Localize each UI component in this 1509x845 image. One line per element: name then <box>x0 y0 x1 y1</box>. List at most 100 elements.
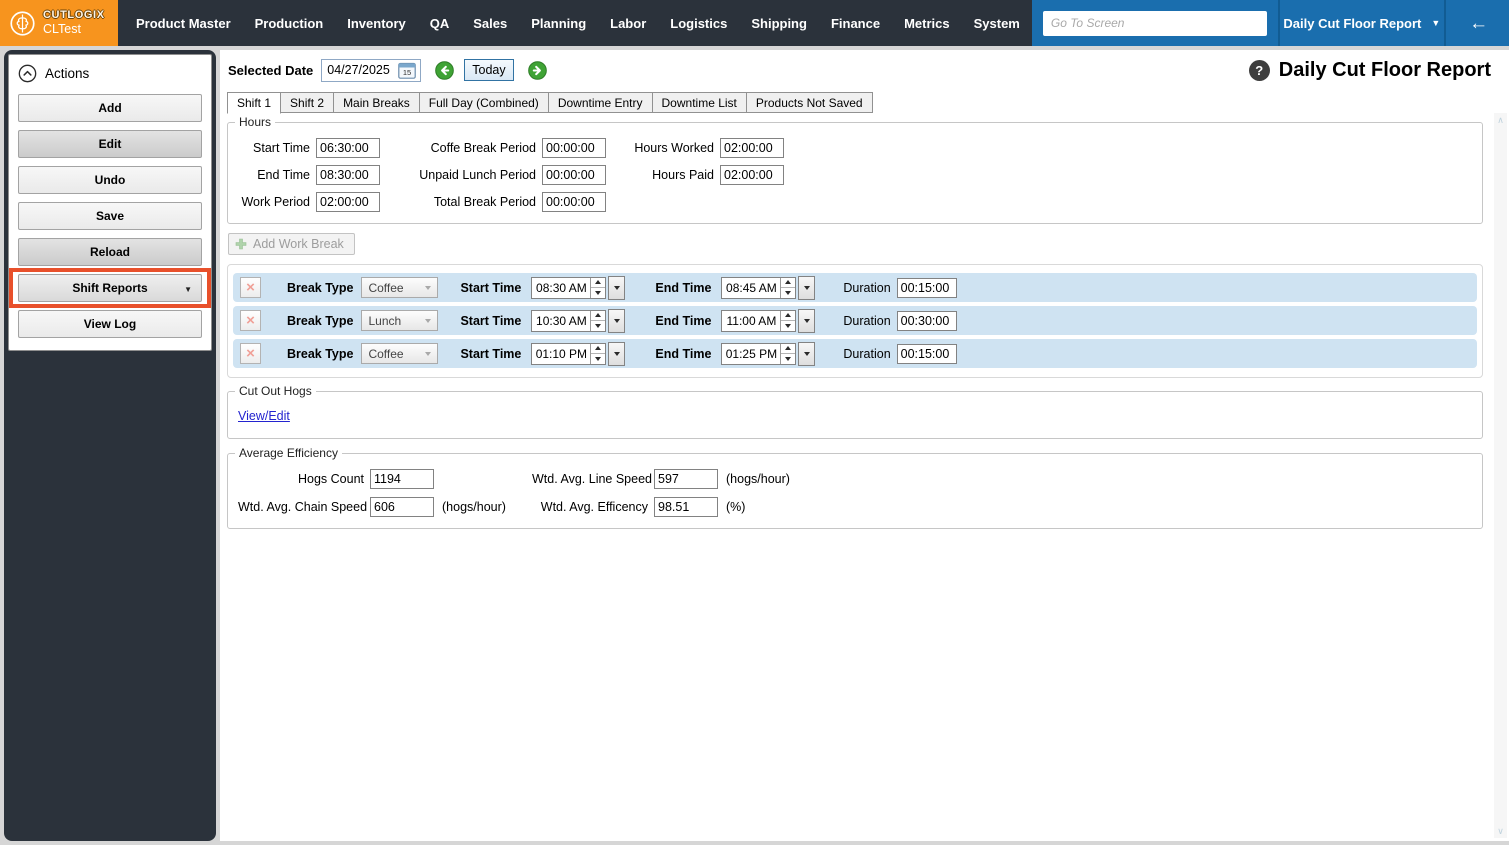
brand-name: CUTLOGIX <box>43 9 105 22</box>
spin-up-icon[interactable] <box>781 344 795 355</box>
end-time-field[interactable] <box>316 165 380 185</box>
duration-field[interactable] <box>897 344 957 364</box>
time-dropdown-button[interactable] <box>798 276 815 300</box>
start-time-value: 08:30 AM <box>532 278 590 298</box>
menu-item-shipping[interactable]: Shipping <box>739 16 819 31</box>
end-time-value-box[interactable]: 11:00 AM <box>721 310 796 332</box>
break-type-select[interactable]: Lunch <box>361 310 438 331</box>
time-dropdown-button[interactable] <box>608 309 625 333</box>
menu-item-logistics[interactable]: Logistics <box>658 16 739 31</box>
menu-item-system[interactable]: System <box>962 16 1032 31</box>
duration-field[interactable] <box>897 278 957 298</box>
menu-item-metrics[interactable]: Metrics <box>892 16 962 31</box>
delete-break-button[interactable]: × <box>240 343 261 364</box>
spin-down-icon[interactable] <box>591 354 605 364</box>
spin-down-icon[interactable] <box>591 321 605 331</box>
spin-down-icon[interactable] <box>781 354 795 364</box>
next-day-icon[interactable] <box>528 61 547 80</box>
spin-down-icon[interactable] <box>591 288 605 298</box>
app-logo: CUTLOGIX CLTest <box>0 0 118 46</box>
help-icon[interactable]: ? <box>1249 60 1270 81</box>
brain-logo-icon <box>9 10 36 37</box>
tab-shift-1[interactable]: Shift 1 <box>227 92 281 114</box>
spin-down-icon[interactable] <box>781 321 795 331</box>
unpaid-lunch-period-field[interactable] <box>542 165 606 185</box>
time-dropdown-button[interactable] <box>798 309 815 333</box>
start-time-field[interactable] <box>316 138 380 158</box>
tab-products-not-saved[interactable]: Products Not Saved <box>747 92 873 113</box>
line-speed-field[interactable] <box>654 469 718 489</box>
menu-item-finance[interactable]: Finance <box>819 16 892 31</box>
undo-button[interactable]: Undo <box>18 166 202 194</box>
end-time-value-box[interactable]: 01:25 PM <box>721 343 796 365</box>
coffee-break-period-label: Coffe Break Period <box>386 141 536 155</box>
add-work-break-button[interactable]: Add Work Break <box>228 233 355 255</box>
tab-main-breaks[interactable]: Main Breaks <box>334 92 420 113</box>
today-button[interactable]: Today <box>464 59 513 81</box>
tab-shift-2[interactable]: Shift 2 <box>281 92 334 113</box>
chain-speed-field[interactable] <box>370 497 434 517</box>
shift-reports-button[interactable]: Shift Reports ▼ <box>18 274 202 302</box>
start-time-value-box[interactable]: 08:30 AM <box>531 277 606 299</box>
menu-item-production[interactable]: Production <box>243 16 336 31</box>
edit-button[interactable]: Edit <box>18 130 202 158</box>
total-break-period-label: Total Break Period <box>386 195 536 209</box>
tab-bar: Shift 1 Shift 2 Main Breaks Full Day (Co… <box>220 92 1509 113</box>
hogs-count-field[interactable] <box>370 469 434 489</box>
start-time-value-box[interactable]: 01:10 PM <box>531 343 606 365</box>
calendar-icon[interactable]: 15 <box>398 62 416 79</box>
back-icon[interactable]: ← <box>1469 14 1488 33</box>
view-edit-link[interactable]: View/Edit <box>238 409 290 423</box>
spin-up-icon[interactable] <box>591 311 605 322</box>
date-input[interactable] <box>324 63 396 77</box>
hours-worked-field[interactable] <box>720 138 784 158</box>
spin-down-icon[interactable] <box>781 288 795 298</box>
efficiency-field[interactable] <box>654 497 718 517</box>
break-type-label: Break Type <box>287 314 353 328</box>
add-button[interactable]: Add <box>18 94 202 122</box>
save-button[interactable]: Save <box>18 202 202 230</box>
break-type-select[interactable]: Coffee <box>361 277 438 298</box>
hours-paid-field[interactable] <box>720 165 784 185</box>
menu-item-qa[interactable]: QA <box>418 16 462 31</box>
goto-screen-input[interactable] <box>1043 11 1267 36</box>
vertical-scrollbar[interactable]: ∧ ∨ <box>1494 113 1507 838</box>
view-log-button[interactable]: View Log <box>18 310 202 338</box>
time-dropdown-button[interactable] <box>608 342 625 366</box>
menu-item-product-master[interactable]: Product Master <box>124 16 243 31</box>
screen-selector-dropdown[interactable]: Daily Cut Floor Report ▼ <box>1280 0 1446 46</box>
start-time-picker: 08:30 AM <box>531 276 625 300</box>
spin-up-icon[interactable] <box>781 311 795 322</box>
delete-break-button[interactable]: × <box>240 277 261 298</box>
time-dropdown-button[interactable] <box>608 276 625 300</box>
selected-date-label: Selected Date <box>228 63 313 78</box>
break-type-select[interactable]: Coffee <box>361 343 438 364</box>
menu-item-sales[interactable]: Sales <box>461 16 519 31</box>
tab-downtime-list[interactable]: Downtime List <box>653 92 747 113</box>
menu-item-planning[interactable]: Planning <box>519 16 598 31</box>
collapse-chevron-icon[interactable] <box>18 64 37 83</box>
reload-button[interactable]: Reload <box>18 238 202 266</box>
tab-full-day-combined[interactable]: Full Day (Combined) <box>420 92 549 113</box>
menu-item-labor[interactable]: Labor <box>598 16 658 31</box>
duration-field[interactable] <box>897 311 957 331</box>
time-dropdown-button[interactable] <box>798 342 815 366</box>
work-period-field[interactable] <box>316 192 380 212</box>
total-break-period-field[interactable] <box>542 192 606 212</box>
end-time-value-box[interactable]: 08:45 AM <box>721 277 796 299</box>
shift-reports-wrap: Shift Reports ▼ <box>18 274 202 302</box>
coffee-break-period-field[interactable] <box>542 138 606 158</box>
spin-up-icon[interactable] <box>591 278 605 289</box>
scroll-down-icon[interactable]: ∨ <box>1494 824 1507 838</box>
menu-item-inventory[interactable]: Inventory <box>335 16 418 31</box>
spin-up-icon[interactable] <box>781 278 795 289</box>
start-time-value-box[interactable]: 10:30 AM <box>531 310 606 332</box>
unpaid-lunch-period-label: Unpaid Lunch Period <box>386 168 536 182</box>
chevron-down-icon <box>425 286 431 290</box>
spin-up-icon[interactable] <box>591 344 605 355</box>
delete-break-button[interactable]: × <box>240 310 261 331</box>
tab-downtime-entry[interactable]: Downtime Entry <box>549 92 653 113</box>
previous-day-icon[interactable] <box>435 61 454 80</box>
duration-label: Duration <box>843 281 890 295</box>
scroll-up-icon[interactable]: ∧ <box>1494 113 1507 127</box>
